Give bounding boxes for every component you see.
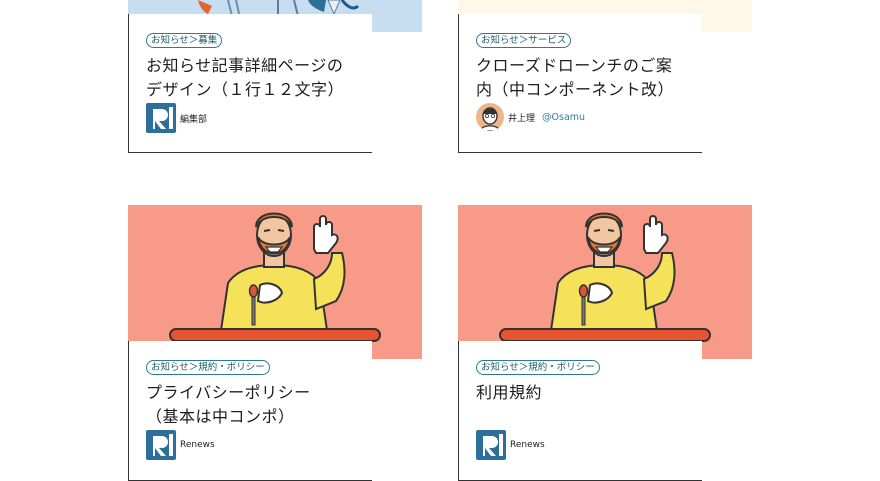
author-handle[interactable]: @Osamu xyxy=(542,112,585,123)
article-title-line[interactable]: お知らせ記事詳細ページの xyxy=(146,54,372,78)
author-name: Renews xyxy=(180,440,215,450)
category-tag[interactable]: お知らせ＞募集 xyxy=(146,33,223,48)
article-title-line[interactable]: （基本は中コンポ） xyxy=(146,405,372,429)
category-tag[interactable]: お知らせ＞規約・ポリシー xyxy=(146,360,270,375)
renews-logo-icon xyxy=(146,430,176,460)
article-title-line[interactable]: 利用規約 xyxy=(476,381,702,405)
article-title[interactable]: 利用規約 xyxy=(476,381,702,405)
user-avatar-icon xyxy=(476,103,504,131)
author: 編集部 xyxy=(146,103,207,133)
renews-logo-icon xyxy=(476,430,506,460)
article-title[interactable]: お知らせ記事詳細ページの デザイン（１行１２文字） xyxy=(146,54,372,102)
article-title[interactable]: クローズドローンチのご案 内（中コンポーネント改） xyxy=(476,54,702,102)
article-title[interactable]: プライバシーポリシー （基本は中コンポ） xyxy=(146,381,372,429)
author: Renews xyxy=(476,430,545,460)
author-name: 井上理 xyxy=(508,113,536,124)
article-title-line[interactable]: デザイン（１行１２文字） xyxy=(146,78,372,102)
author-name: 編集部 xyxy=(180,114,208,125)
article-card[interactable]: お知らせ＞規約・ポリシー プライバシーポリシー （基本は中コンポ） Renews xyxy=(128,205,422,481)
article-card[interactable]: お知らせ＞規約・ポリシー 利用規約 Renews xyxy=(458,205,752,481)
renews-logo-icon xyxy=(146,103,176,133)
article-thumbnail[interactable] xyxy=(128,205,422,359)
category-tag[interactable]: お知らせ＞サービス xyxy=(476,33,572,48)
category-tag[interactable]: お知らせ＞規約・ポリシー xyxy=(476,360,600,375)
author: 井上理 @Osamu xyxy=(476,103,585,131)
article-thumbnail[interactable] xyxy=(458,205,752,359)
author-name: Renews xyxy=(510,440,545,450)
article-title-line[interactable]: 内（中コンポーネント改） xyxy=(476,78,702,102)
author: Renews xyxy=(146,430,215,460)
speaker-illustration xyxy=(499,212,711,342)
speaker-illustration xyxy=(169,212,381,342)
article-title-line[interactable]: プライバシーポリシー xyxy=(146,381,372,405)
article-card[interactable]: お知らせ＞サービス クローズドローンチのご案 内（中コンポーネント改） 井上理 … xyxy=(458,0,752,160)
article-title-line[interactable]: クローズドローンチのご案 xyxy=(476,54,702,78)
article-card[interactable]: お知らせ＞募集 お知らせ記事詳細ページの デザイン（１行１２文字） 編集部 xyxy=(128,0,422,160)
